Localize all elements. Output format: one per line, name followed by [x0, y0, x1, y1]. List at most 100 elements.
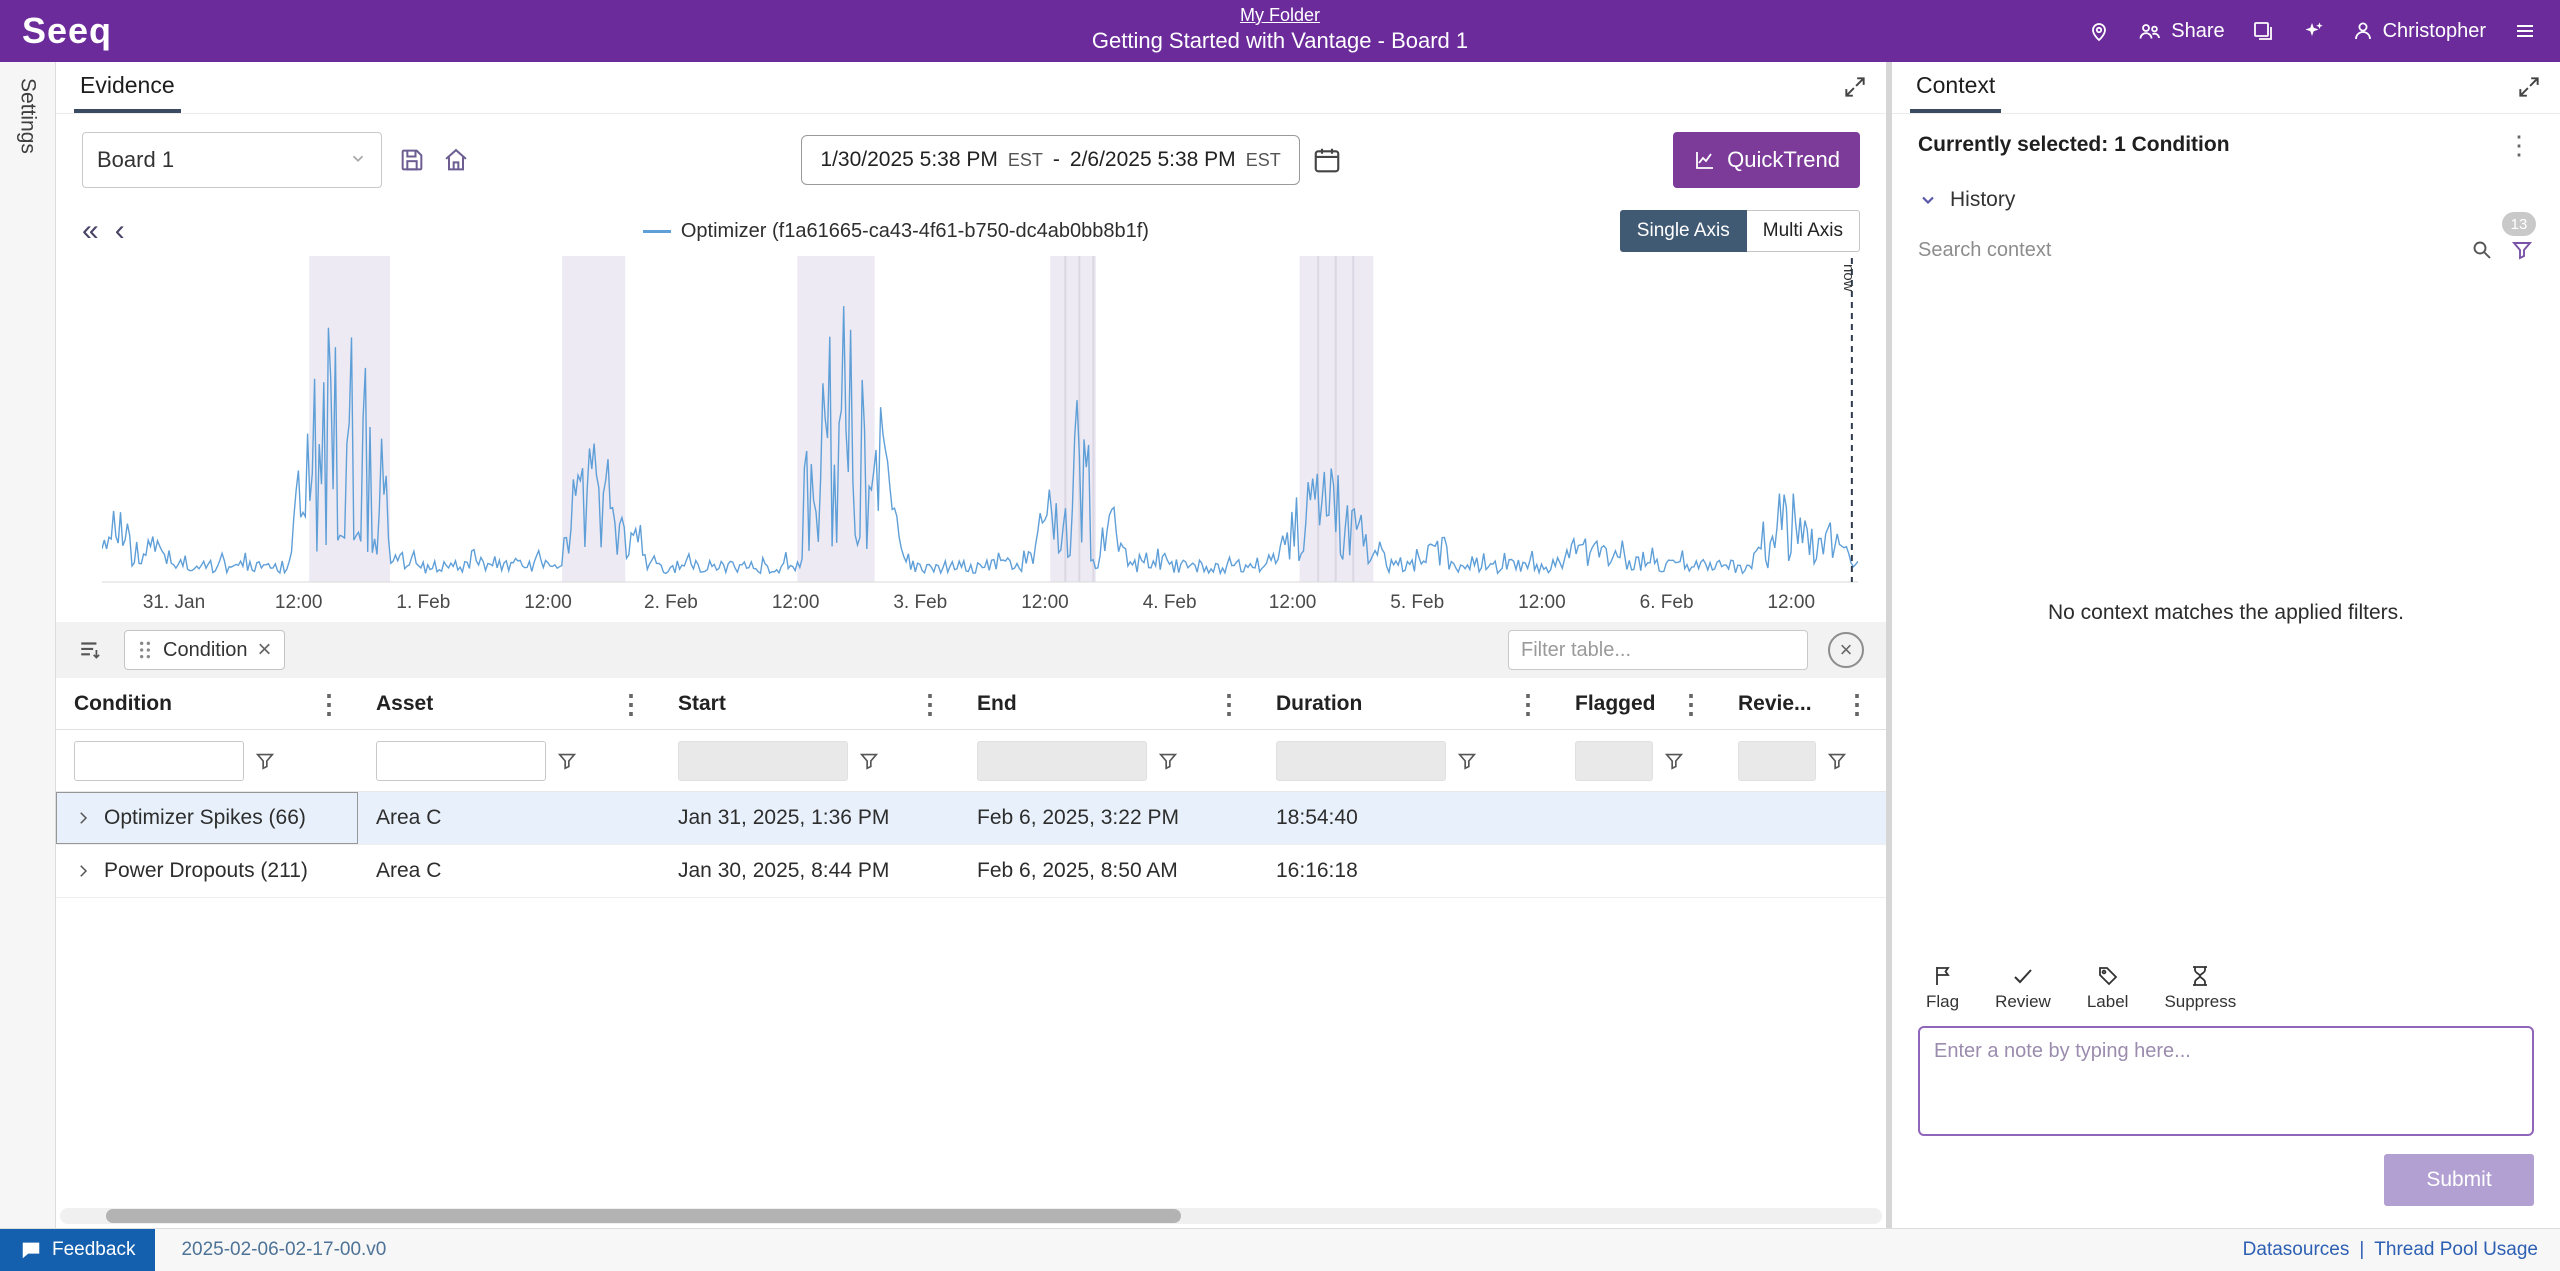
breadcrumb[interactable]: My Folder	[1240, 4, 1320, 27]
search-icon[interactable]	[2470, 238, 2494, 262]
filter-duration-input[interactable]	[1276, 741, 1446, 781]
expand-panel-icon[interactable]	[2516, 74, 2542, 105]
context-tabbar: Context	[1892, 62, 2560, 114]
quicktrend-label: QuickTrend	[1727, 147, 1840, 173]
filter-end-input[interactable]	[977, 741, 1147, 781]
column-menu-icon[interactable]: ⋮	[1513, 691, 1543, 717]
tab-evidence[interactable]: Evidence	[74, 72, 181, 113]
column-header-start[interactable]: Start⋮	[660, 678, 959, 729]
column-label: Flagged	[1575, 692, 1656, 716]
drag-grip-icon	[137, 640, 153, 660]
trend-chart[interactable]: now	[102, 256, 1858, 586]
search-context-input[interactable]	[1918, 239, 2470, 262]
x-tick-label: 2. Feb	[644, 592, 698, 614]
share-label: Share	[2171, 20, 2224, 43]
column-header-condition[interactable]: Condition⋮	[56, 678, 358, 729]
filter-table-input[interactable]	[1508, 630, 1808, 670]
tag-icon	[2096, 964, 2120, 988]
ai-sparkle-icon[interactable]	[2301, 19, 2325, 43]
condition-group-chip[interactable]: Condition ×	[124, 630, 285, 670]
note-input[interactable]	[1918, 1026, 2534, 1136]
column-header-asset[interactable]: Asset⋮	[358, 678, 660, 729]
table-empty-space	[56, 898, 1886, 1208]
suppress-button[interactable]: Suppress	[2164, 964, 2236, 1012]
column-menu-icon[interactable]: ⋮	[915, 691, 945, 717]
user-menu[interactable]: Christopher	[2351, 19, 2486, 43]
thread-pool-usage-link[interactable]: Thread Pool Usage	[2374, 1239, 2538, 1261]
label-button[interactable]: Label	[2087, 964, 2129, 1012]
board-select[interactable]: Board 1	[82, 132, 382, 188]
location-pin-icon[interactable]	[2087, 19, 2111, 43]
horizontal-scrollbar[interactable]	[60, 1208, 1882, 1224]
start-value: Jan 30, 2025, 8:44 PM	[678, 859, 889, 883]
submit-button[interactable]: Submit	[2384, 1154, 2534, 1206]
chevron-down-icon	[1918, 190, 1938, 210]
page-far-left-icon[interactable]: «	[82, 216, 99, 246]
seeq-logo: Seeq	[22, 10, 112, 52]
context-filter-icon[interactable]	[2510, 238, 2534, 262]
home-icon[interactable]	[442, 146, 470, 174]
filter-funnel-icon[interactable]	[1663, 750, 1685, 772]
datasources-link[interactable]: Datasources	[2243, 1239, 2350, 1261]
table-row[interactable]: Optimizer Spikes (66) Area C Jan 31, 202…	[56, 792, 1886, 845]
chip-label: Condition	[163, 639, 248, 662]
context-content: Currently selected: 1 Condition ⋮ Histor…	[1892, 114, 2560, 1228]
x-tick-label: 31. Jan	[143, 592, 205, 614]
column-menu-icon[interactable]: ⋮	[1676, 691, 1706, 717]
column-header-end[interactable]: End⋮	[959, 678, 1258, 729]
expand-row-icon[interactable]	[74, 862, 92, 880]
worksheets-icon[interactable]	[2251, 19, 2275, 43]
legend-line-swatch	[643, 230, 671, 233]
column-menu-icon[interactable]: ⋮	[314, 691, 344, 717]
save-board-icon[interactable]	[398, 146, 426, 174]
filter-funnel-icon[interactable]	[1456, 750, 1478, 772]
feedback-label: Feedback	[52, 1239, 135, 1261]
trend-chart-area[interactable]: now	[56, 256, 1886, 586]
tab-context[interactable]: Context	[1910, 72, 2001, 113]
multi-axis-button[interactable]: Multi Axis	[1747, 210, 1860, 252]
date-range-selector[interactable]: 1/30/2025 5:38 PM EST - 2/6/2025 5:38 PM…	[801, 135, 1299, 185]
table-row[interactable]: Power Dropouts (211) Area C Jan 30, 2025…	[56, 845, 1886, 898]
column-header-reviewed[interactable]: Revie...⋮	[1720, 678, 1886, 729]
feedback-button[interactable]: Feedback	[0, 1229, 155, 1271]
share-button[interactable]: Share	[2137, 19, 2224, 43]
filter-asset-input[interactable]	[376, 741, 546, 781]
chip-close-icon[interactable]: ×	[258, 638, 272, 662]
column-menu-icon[interactable]: ⋮	[616, 691, 646, 717]
filter-funnel-icon[interactable]	[858, 750, 880, 772]
expand-panel-icon[interactable]	[1842, 74, 1868, 105]
page-left-icon[interactable]: ‹	[115, 216, 125, 246]
review-button[interactable]: Review	[1995, 964, 2051, 1012]
history-section-toggle[interactable]: History	[1918, 188, 2534, 212]
app-header: Seeq My Folder Getting Started with Vant…	[0, 0, 2560, 62]
column-header-flagged[interactable]: Flagged ⋮	[1557, 678, 1720, 729]
filter-condition-input[interactable]	[74, 741, 244, 781]
column-menu-icon[interactable]: ⋮	[1842, 691, 1872, 717]
flag-button[interactable]: Flag	[1926, 964, 1959, 1012]
filter-start-input[interactable]	[678, 741, 848, 781]
axis-toggle: Single Axis Multi Axis	[1620, 210, 1860, 252]
context-search-row: 13	[1918, 238, 2534, 262]
x-tick-label: 3. Feb	[893, 592, 947, 614]
now-cursor-label: now	[1840, 264, 1857, 292]
single-axis-button[interactable]: Single Axis	[1620, 210, 1747, 252]
calendar-icon[interactable]	[1312, 145, 1342, 175]
table-menu-icon[interactable]	[78, 637, 104, 663]
quicktrend-button[interactable]: QuickTrend	[1673, 132, 1860, 188]
hamburger-menu-icon[interactable]	[2512, 19, 2538, 43]
scrollbar-thumb[interactable]	[106, 1209, 1181, 1223]
filter-funnel-icon[interactable]	[556, 750, 578, 772]
hourglass-icon	[2188, 964, 2212, 988]
action-label: Review	[1995, 992, 2051, 1012]
filter-flagged-input[interactable]	[1575, 741, 1653, 781]
clear-filters-icon[interactable]: ×	[1828, 632, 1864, 668]
filter-reviewed-input[interactable]	[1738, 741, 1816, 781]
filter-funnel-icon[interactable]	[1826, 750, 1848, 772]
expand-row-icon[interactable]	[74, 809, 92, 827]
filter-funnel-icon[interactable]	[1157, 750, 1179, 772]
column-menu-icon[interactable]: ⋮	[1214, 691, 1244, 717]
filter-funnel-icon[interactable]	[254, 750, 276, 772]
settings-tab[interactable]: Settings	[16, 78, 40, 154]
column-header-duration[interactable]: Duration⋮	[1258, 678, 1557, 729]
context-menu-icon[interactable]: ⋮	[2504, 132, 2534, 158]
